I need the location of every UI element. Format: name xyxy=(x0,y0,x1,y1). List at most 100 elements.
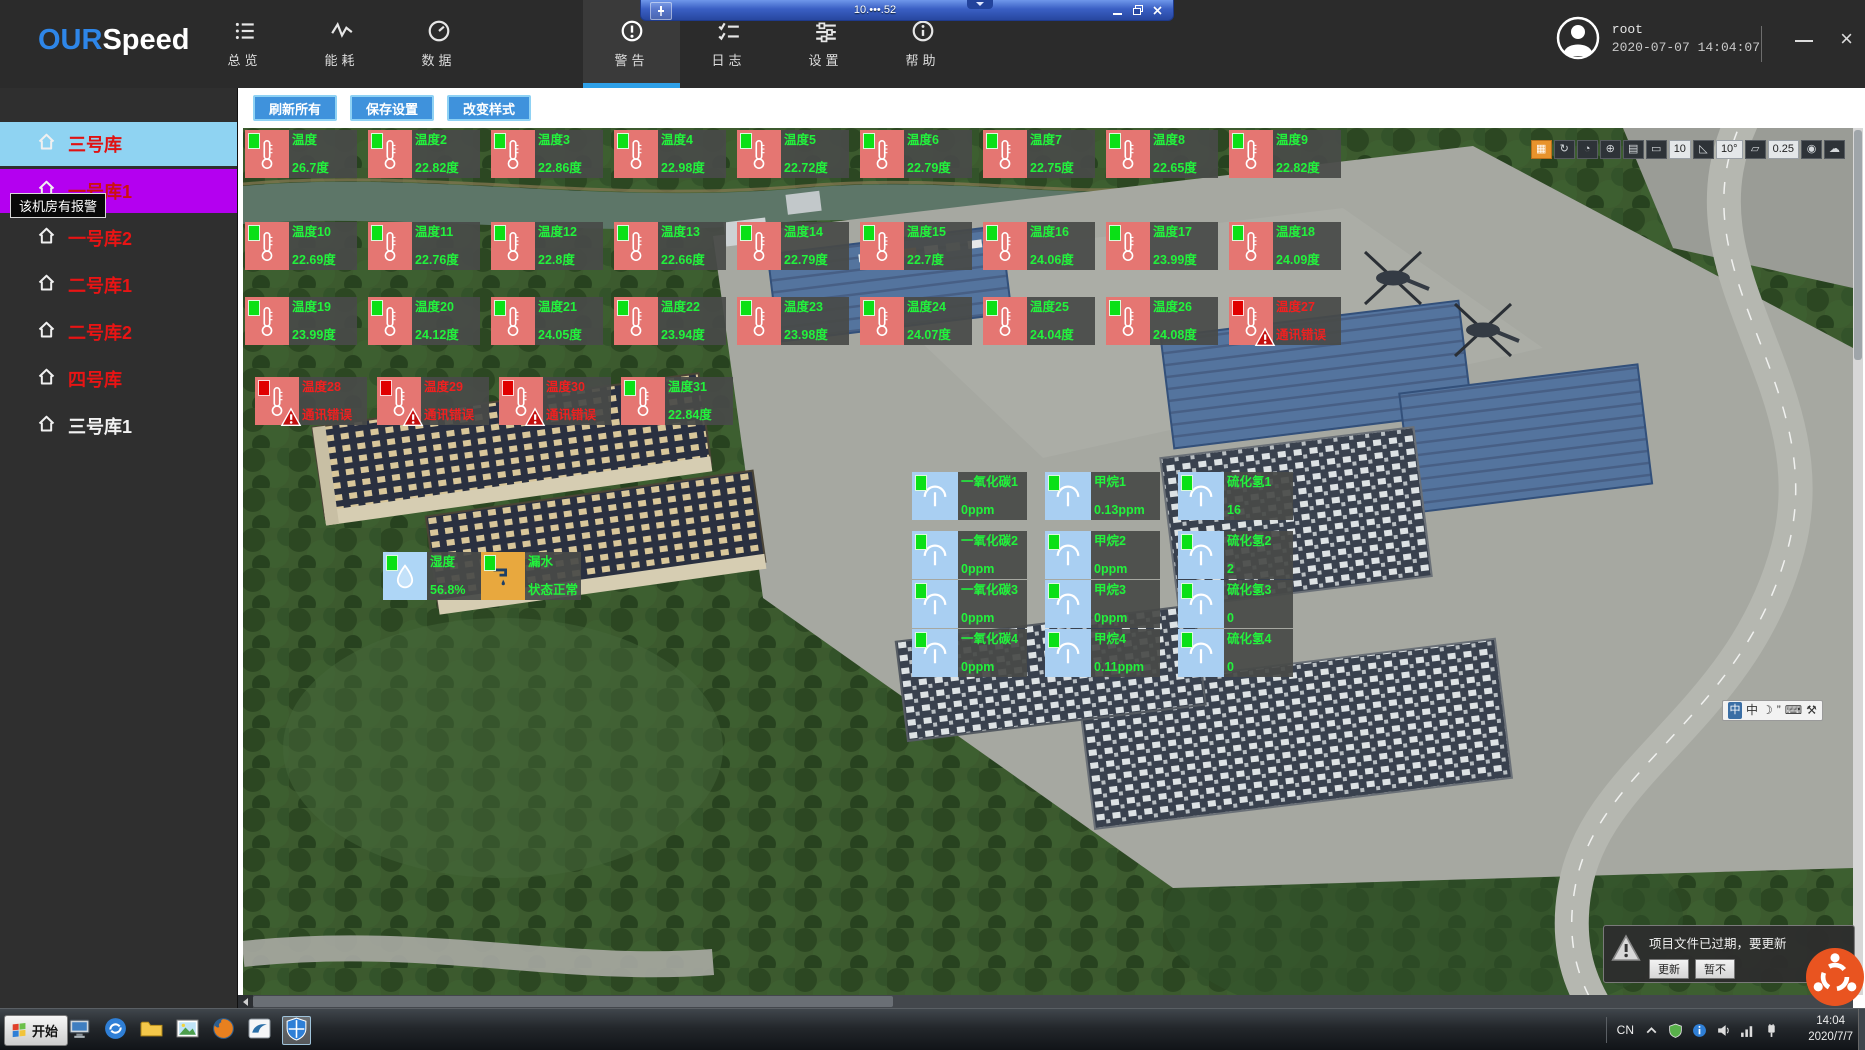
measure-icon[interactable]: ▱ xyxy=(1745,140,1766,159)
temperature-sensor-badge[interactable]: 温度2223.94度 xyxy=(614,297,726,345)
ime-toolbox-icon[interactable]: ⚒ xyxy=(1806,702,1817,719)
temperature-sensor-badge[interactable]: 温度622.79度 xyxy=(860,130,972,178)
temperature-sensor-badge[interactable]: 温度422.98度 xyxy=(614,130,726,178)
temperature-sensor-badge[interactable]: 温度922.82度 xyxy=(1229,130,1341,178)
quick-launch-computer[interactable] xyxy=(66,1017,93,1044)
grid-icon[interactable]: ▤ xyxy=(1623,140,1644,159)
zoom-level[interactable]: 10 xyxy=(1669,140,1691,159)
sidebar-item-4[interactable]: 二号库1 xyxy=(0,263,237,307)
rdp-pin-icon[interactable] xyxy=(650,2,672,20)
pan-icon[interactable]: ⊕ xyxy=(1600,140,1621,159)
gas-sensor-badge[interactable]: 一氧化碳10ppm xyxy=(912,472,1027,520)
full-half-width-toggle-icon[interactable]: ☽ xyxy=(1762,702,1773,719)
ime-language-bar[interactable]: 中中☽”⌨⚒ xyxy=(1722,700,1823,721)
temperature-sensor-badge[interactable]: 温度26.7度 xyxy=(245,130,357,178)
tilt-angle[interactable]: 10° xyxy=(1716,140,1743,159)
tab-energy[interactable]: 能耗 xyxy=(293,0,390,88)
temperature-sensor-badge[interactable]: 温度2424.07度 xyxy=(860,297,972,345)
weather-icon[interactable]: ☁ xyxy=(1824,140,1845,159)
tab-overview[interactable]: 总览 xyxy=(196,0,293,88)
humidity-sensor-badge[interactable]: 湿度56.8% xyxy=(383,552,483,600)
temperature-sensor-badge[interactable]: 温度1522.7度 xyxy=(860,222,972,270)
temperature-sensor-badge[interactable]: 温度2624.08度 xyxy=(1106,297,1218,345)
sidebar-item-5[interactable]: 二号库2 xyxy=(0,310,237,354)
gas-sensor-badge[interactable]: 硫化氢40 xyxy=(1178,629,1293,677)
temperature-sensor-badge[interactable]: 温度222.82度 xyxy=(368,130,480,178)
gas-sensor-badge[interactable]: 硫化氢116 xyxy=(1178,472,1293,520)
change-style-button[interactable]: 改变样式 xyxy=(447,95,531,121)
sidebar-item-1[interactable]: 三号库 xyxy=(0,122,237,166)
temperature-sensor-badge[interactable]: 温度2323.98度 xyxy=(737,297,849,345)
rdp-restore-button[interactable] xyxy=(1129,3,1146,17)
quick-launch-firefox[interactable] xyxy=(210,1017,237,1044)
gas-sensor-badge[interactable]: 甲烷20ppm xyxy=(1045,531,1160,579)
temperature-sensor-badge[interactable]: 温度29通讯错误 xyxy=(377,377,489,425)
app-minimize-button[interactable] xyxy=(1795,40,1813,42)
quick-launch-security-shield[interactable] xyxy=(282,1016,311,1045)
temperature-sensor-badge[interactable]: 温度1422.79度 xyxy=(737,222,849,270)
app-close-button[interactable]: × xyxy=(1840,28,1853,50)
horizontal-scrollbar[interactable] xyxy=(237,995,1853,1008)
facility-map-viewport[interactable]: 温度26.7度温度222.82度温度322.86度温度422.98度温度522.… xyxy=(243,128,1853,995)
rdp-close-button[interactable] xyxy=(1149,3,1166,17)
scroll-left-arrow-icon[interactable] xyxy=(237,995,253,1008)
quick-launch-image-viewer[interactable] xyxy=(174,1017,201,1044)
slope-icon[interactable]: ◺ xyxy=(1693,140,1714,159)
temperature-sensor-badge[interactable]: 温度1122.76度 xyxy=(368,222,480,270)
volume-icon[interactable] xyxy=(1716,1023,1731,1038)
temperature-sensor-badge[interactable]: 温度1022.69度 xyxy=(245,222,357,270)
language-indicator[interactable]: CN xyxy=(1617,1023,1634,1037)
tray-info-icon[interactable] xyxy=(1692,1023,1707,1038)
network-signal-icon[interactable] xyxy=(1740,1023,1755,1038)
temperature-sensor-badge[interactable]: 温度1222.8度 xyxy=(491,222,603,270)
later-button[interactable]: 暂不 xyxy=(1695,959,1735,979)
temperature-sensor-badge[interactable]: 温度2524.04度 xyxy=(983,297,1095,345)
gas-sensor-badge[interactable]: 一氧化碳20ppm xyxy=(912,531,1027,579)
temperature-sensor-badge[interactable]: 温度1322.66度 xyxy=(614,222,726,270)
vertical-scrollbar-thumb[interactable] xyxy=(1854,130,1862,360)
save-settings-button[interactable]: 保存设置 xyxy=(350,95,434,121)
user-block[interactable]: root 2020-07-07 14:04:07 xyxy=(1556,16,1760,60)
taskbar-clock[interactable]: 14:04 2020/7/7 xyxy=(1808,1014,1853,1045)
power-icon[interactable] xyxy=(1764,1023,1779,1038)
gas-sensor-badge[interactable]: 甲烷10.13ppm xyxy=(1045,472,1160,520)
temperature-sensor-badge[interactable]: 温度3122.84度 xyxy=(621,377,733,425)
leak-sensor-badge[interactable]: 漏水状态正常 xyxy=(481,552,581,600)
refresh-all-button[interactable]: 刷新所有 xyxy=(253,95,337,121)
start-button[interactable]: 开始 xyxy=(4,1015,68,1046)
layers-icon[interactable]: ▦ xyxy=(1531,140,1552,159)
temperature-sensor-badge[interactable]: 温度822.65度 xyxy=(1106,130,1218,178)
tab-data[interactable]: 数据 xyxy=(390,0,487,88)
punctuation-toggle-icon[interactable]: ” xyxy=(1777,702,1781,719)
temperature-sensor-badge[interactable]: 温度28通讯错误 xyxy=(255,377,367,425)
temperature-sensor-badge[interactable]: 温度2124.05度 xyxy=(491,297,603,345)
temperature-sensor-badge[interactable]: 温度1824.09度 xyxy=(1229,222,1341,270)
ime-logo-icon[interactable]: 中 xyxy=(1728,702,1742,719)
gas-sensor-badge[interactable]: 硫化氢30 xyxy=(1178,580,1293,628)
rdp-minimize-button[interactable] xyxy=(1109,3,1126,17)
temperature-sensor-badge[interactable]: 温度322.86度 xyxy=(491,130,603,178)
temperature-sensor-badge[interactable]: 温度1624.06度 xyxy=(983,222,1095,270)
scale-factor[interactable]: 0.25 xyxy=(1768,140,1799,159)
temperature-sensor-badge[interactable]: 温度522.72度 xyxy=(737,130,849,178)
rotate-icon[interactable]: ↻ xyxy=(1554,140,1575,159)
tray-shield-icon[interactable] xyxy=(1668,1023,1683,1038)
temperature-sensor-badge[interactable]: 温度1723.99度 xyxy=(1106,222,1218,270)
gas-sensor-badge[interactable]: 甲烷30ppm xyxy=(1045,580,1160,628)
horizontal-scrollbar-thumb[interactable] xyxy=(253,996,893,1007)
soft-keyboard-icon[interactable]: ⌨ xyxy=(1785,702,1802,719)
temperature-sensor-badge[interactable]: 温度1923.99度 xyxy=(245,297,357,345)
screen-icon[interactable]: ▭ xyxy=(1646,140,1667,159)
chinese-english-toggle-icon[interactable]: 中 xyxy=(1746,702,1758,719)
quick-launch-folder[interactable] xyxy=(138,1017,165,1044)
sidebar-item-7[interactable]: 三号库1 xyxy=(0,404,237,448)
rdp-chevron-icon[interactable] xyxy=(967,0,993,9)
snapshot-icon[interactable]: ◉ xyxy=(1801,140,1822,159)
update-button[interactable]: 更新 xyxy=(1649,959,1689,979)
gas-sensor-badge[interactable]: 硫化氢22 xyxy=(1178,531,1293,579)
sidebar-item-3[interactable]: 一号库2 xyxy=(0,216,237,260)
quick-launch-mysql[interactable] xyxy=(246,1017,273,1044)
gas-sensor-badge[interactable]: 一氧化碳40ppm xyxy=(912,629,1027,677)
hidden-icons-icon[interactable] xyxy=(1644,1023,1659,1038)
orbit-icon[interactable]: ◔ xyxy=(1577,140,1598,159)
